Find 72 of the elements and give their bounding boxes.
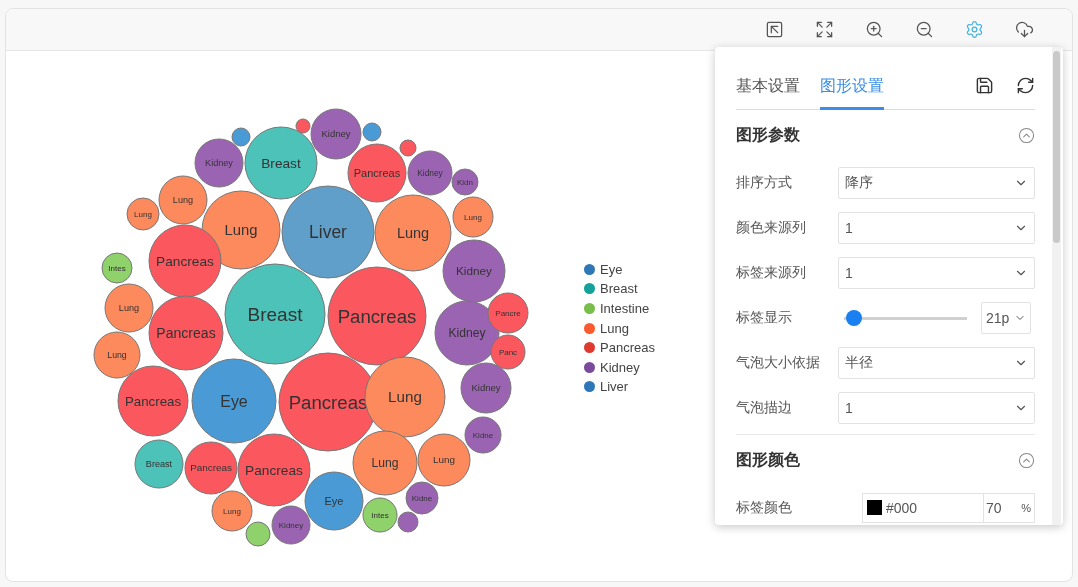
bubble-label: Lung [388,388,422,406]
bubble-label: Kidney [456,264,492,278]
bubble-label: Kidney [471,382,501,394]
size-select[interactable]: 21p [981,301,1031,334]
legend-label: Kidney [600,359,640,375]
bubble-label: Lung [371,456,399,471]
refresh-icon[interactable] [1016,76,1035,95]
bubble-label: Liver [309,222,347,243]
bubble-label: Lung [107,350,127,361]
legend-label: Breast [600,281,638,297]
bubble-label: Lung [224,222,258,239]
opacity-field[interactable]: 70 % [984,492,1035,523]
bubble-label: Breast [261,155,301,171]
bubble-label: Pancreas [337,305,417,327]
bubble-label: Panc [498,347,518,357]
bubble-label: Eye [220,392,248,410]
color-swatch[interactable] [867,500,882,515]
field-label: 标签颜色 [736,498,793,517]
scrollbar[interactable] [1052,47,1061,525]
legend-label: Pancreas [600,340,655,356]
select-field[interactable]: 半径 [838,346,1035,379]
bubble-label: Kidne [411,493,433,503]
bubble-label: Lung [396,225,430,242]
bubble-label: Kidney [417,167,443,178]
bubble-label: Lung [134,209,152,219]
select-field[interactable]: 1 [838,256,1035,289]
field-label: 标签来源列 [736,263,807,282]
legend-label: Eye [600,261,623,277]
legend-label: Lung [600,320,629,336]
bubble-label: Intes [371,510,389,520]
tab[interactable]: 基本设置 [736,76,800,110]
bubble-label: Kidney [448,326,486,341]
save-icon[interactable] [975,76,994,95]
bubble-label: Kidney [321,128,351,140]
section-title: 图形参数 [736,124,800,145]
select-field[interactable]: 降序 [838,166,1035,199]
field-label: 气泡描边 [736,398,793,417]
field-label: 标签显示 [736,308,793,327]
bubble-label: Eye [324,494,344,507]
section-title: 图形颜色 [736,449,800,470]
bubble-label: Pancre [495,308,521,318]
select-field[interactable]: 1 [838,211,1035,244]
select-field[interactable]: 1 [838,391,1035,424]
bubble-label: Lung [464,212,482,222]
bubble-label: Kidney [205,158,233,169]
bubble-label: Kidn [457,177,473,187]
bubble-label: Kidne [472,430,494,440]
field-label: 气泡大小依据 [736,353,821,372]
bubble-label: Lung [433,454,455,466]
field-label: 排序方式 [736,173,793,192]
bubble-label: Kidney [278,520,304,530]
bubble-label: Pancreas [245,462,303,478]
slider-thumb[interactable] [845,309,862,326]
bubble-label: Breast [247,303,303,325]
bubble-label: Intes [108,263,126,273]
bubble-label: Pancreas [288,391,368,413]
bubble-label: Pancreas [156,324,216,341]
tab[interactable]: 图形设置 [820,76,884,110]
bubble-label: Pancreas [353,166,401,179]
field-label: 颜色来源列 [736,218,807,237]
bubble-label: Pancreas [190,462,232,474]
collapse-icon[interactable] [1018,451,1035,469]
legend-label: Liver [600,379,629,395]
bubble-label: Lung [118,303,140,314]
bubble-label: Breast [145,459,173,470]
bubble-label: Pancreas [156,253,214,269]
bubble-label: Lung [223,506,241,516]
color-field[interactable]: #000 [862,492,984,523]
bubble-label: Lung [172,195,194,206]
bubble-label: Pancreas [124,393,182,409]
collapse-icon[interactable] [1018,126,1035,144]
legend-label: Intestine [600,301,650,316]
